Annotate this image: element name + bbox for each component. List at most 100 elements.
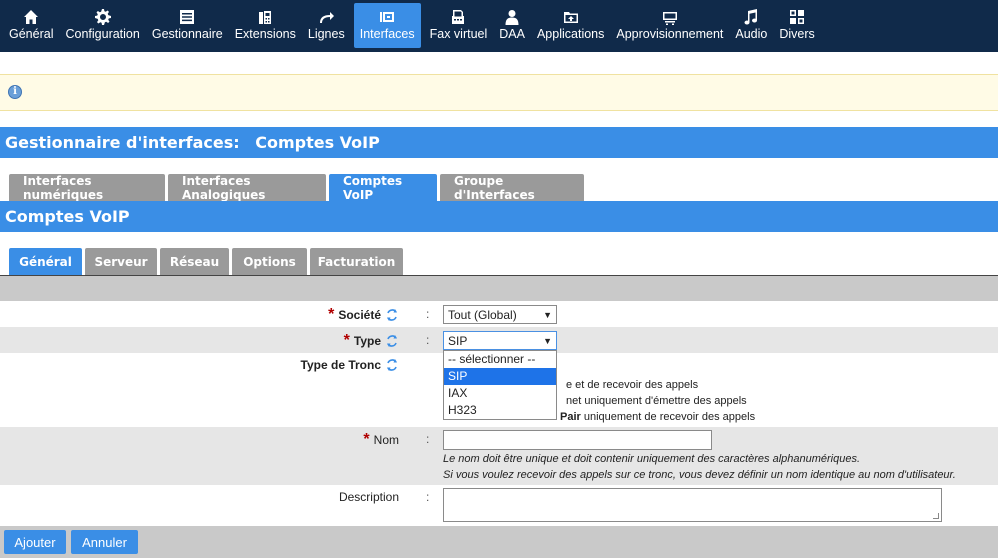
tronc-help-line: net uniquement d'émettre des appels (566, 395, 747, 407)
nav-fax-virtuel[interactable]: Fax virtuel (424, 0, 494, 52)
nav-label: Général (9, 27, 54, 41)
nav-divers[interactable]: Divers (773, 0, 820, 52)
section-title: Comptes VoIP (0, 201, 998, 232)
description-label: Description (339, 490, 399, 504)
type-select[interactable]: SIP ▼ (443, 331, 557, 350)
colon: : (426, 307, 430, 321)
nav-label: DAA (499, 27, 525, 41)
tronc-label-text: Type de Tronc (300, 358, 381, 372)
nom-help-line: Si vous voulez recevoir des appels sur c… (443, 469, 956, 481)
description-textarea[interactable] (443, 488, 942, 522)
tronc-label: Type de Tronc (301, 358, 399, 372)
nom-label: * Nom (363, 431, 399, 449)
tronc-help-text: uniquement de recevoir des appels (583, 411, 756, 423)
nav-label: Configuration (65, 27, 140, 41)
top-nav: Général Configuration Gestionnaire Exten… (0, 0, 998, 52)
nom-input[interactable] (443, 430, 712, 450)
cancel-button[interactable]: Annuler (71, 530, 138, 554)
nom-help-line: Le nom doit être unique et doit contenir… (443, 453, 861, 465)
tab-interfaces-numeriques[interactable]: Interfaces numériques (9, 174, 165, 202)
tab-facturation[interactable]: Facturation (310, 248, 403, 275)
dropdown-option[interactable]: -- sélectionner -- (444, 351, 556, 368)
tab-interfaces-analogiques[interactable]: Interfaces Analogiques (168, 174, 326, 202)
info-icon[interactable]: i (8, 85, 22, 99)
colon: : (426, 333, 430, 347)
page-title: Gestionnaire d'interfaces: Comptes VoIP (0, 127, 998, 158)
refresh-icon[interactable] (385, 358, 399, 372)
nav-approvisionnement[interactable]: Approvisionnement (610, 0, 729, 52)
nav-label: Interfaces (359, 27, 415, 41)
tronc-help-line: Pair uniquement de recevoir des appels (560, 409, 755, 425)
societe-label-text: Société (338, 308, 381, 322)
dropdown-option[interactable]: IAX (444, 385, 556, 402)
nav-general[interactable]: Général (3, 0, 59, 52)
chevron-down-icon: ▼ (543, 309, 552, 320)
tab-reseau[interactable]: Réseau (160, 248, 229, 275)
nav-label: Divers (779, 27, 815, 41)
page-title-section: Comptes VoIP (255, 133, 380, 152)
nav-audio[interactable]: Audio (729, 0, 773, 52)
user-icon (503, 8, 521, 26)
applications-icon (562, 8, 580, 26)
nom-label-text: Nom (373, 433, 399, 447)
type-label-text: Type (353, 334, 381, 348)
societe-value: Tout (Global) (448, 307, 517, 322)
nav-label: Approvisionnement (616, 27, 724, 41)
home-icon (22, 8, 40, 26)
nav-label: Lignes (307, 27, 345, 41)
required-marker: * (343, 332, 350, 349)
chevron-down-icon: ▼ (543, 335, 552, 346)
nav-label: Extensions (234, 27, 296, 41)
nav-extensions[interactable]: Extensions (229, 0, 302, 52)
sub-tabs: Général Serveur Réseau Options Facturati… (0, 248, 998, 275)
info-bar: i (0, 74, 998, 111)
dropdown-option[interactable]: H323 (444, 402, 556, 419)
dropdown-option[interactable]: SIP (444, 368, 556, 385)
tab-comptes-voip[interactable]: Comptes VoIP (329, 174, 437, 202)
music-icon (742, 8, 760, 26)
colon: : (426, 432, 430, 446)
nav-configuration[interactable]: Configuration (59, 0, 145, 52)
required-marker: * (363, 431, 370, 448)
tab-groupe-interfaces[interactable]: Groupe d'Interfaces (440, 174, 584, 202)
type-dropdown-list: -- sélectionner -- SIP IAX H323 (443, 350, 557, 420)
nav-interfaces[interactable]: Interfaces (353, 3, 421, 48)
colon: : (426, 490, 430, 504)
page-title-prefix: Gestionnaire d'interfaces: (5, 133, 240, 152)
gear-icon (94, 8, 112, 26)
tronc-help-bold: Pair (560, 411, 581, 423)
nav-label: Applications (536, 27, 605, 41)
societe-select[interactable]: Tout (Global) ▼ (443, 305, 557, 324)
fax-icon (449, 8, 467, 26)
tab-general[interactable]: Général (9, 248, 82, 275)
main-tabs: Interfaces numériques Interfaces Analogi… (0, 174, 998, 202)
provisioning-icon (661, 8, 679, 26)
description-label-text: Description (338, 490, 399, 504)
list-icon (178, 8, 196, 26)
interface-icon (378, 8, 396, 26)
resize-handle[interactable] (933, 513, 939, 519)
societe-label: * Société (328, 306, 399, 324)
misc-icon (788, 8, 806, 26)
route-icon (317, 8, 335, 26)
nav-applications[interactable]: Applications (531, 0, 610, 52)
tab-options[interactable]: Options (232, 248, 307, 275)
footer-bar (0, 526, 998, 558)
nav-label: Audio (735, 27, 768, 41)
required-marker: * (328, 306, 335, 323)
phone-icon (256, 8, 274, 26)
form-header-band (0, 276, 998, 301)
refresh-icon[interactable] (385, 308, 399, 322)
nav-label: Fax virtuel (429, 27, 488, 41)
add-button[interactable]: Ajouter (4, 530, 66, 554)
nav-lignes[interactable]: Lignes (302, 0, 351, 52)
nav-gestionnaire[interactable]: Gestionnaire (146, 0, 229, 52)
nav-daa[interactable]: DAA (493, 0, 531, 52)
refresh-icon[interactable] (385, 334, 399, 348)
tronc-help-line: e et de recevoir des appels (566, 379, 699, 391)
type-value: SIP (448, 333, 468, 348)
row-societe: * Société : Tout (Global) ▼ (0, 301, 998, 327)
tab-serveur[interactable]: Serveur (85, 248, 157, 275)
nav-label: Gestionnaire (151, 27, 223, 41)
type-label: * Type (344, 332, 399, 350)
